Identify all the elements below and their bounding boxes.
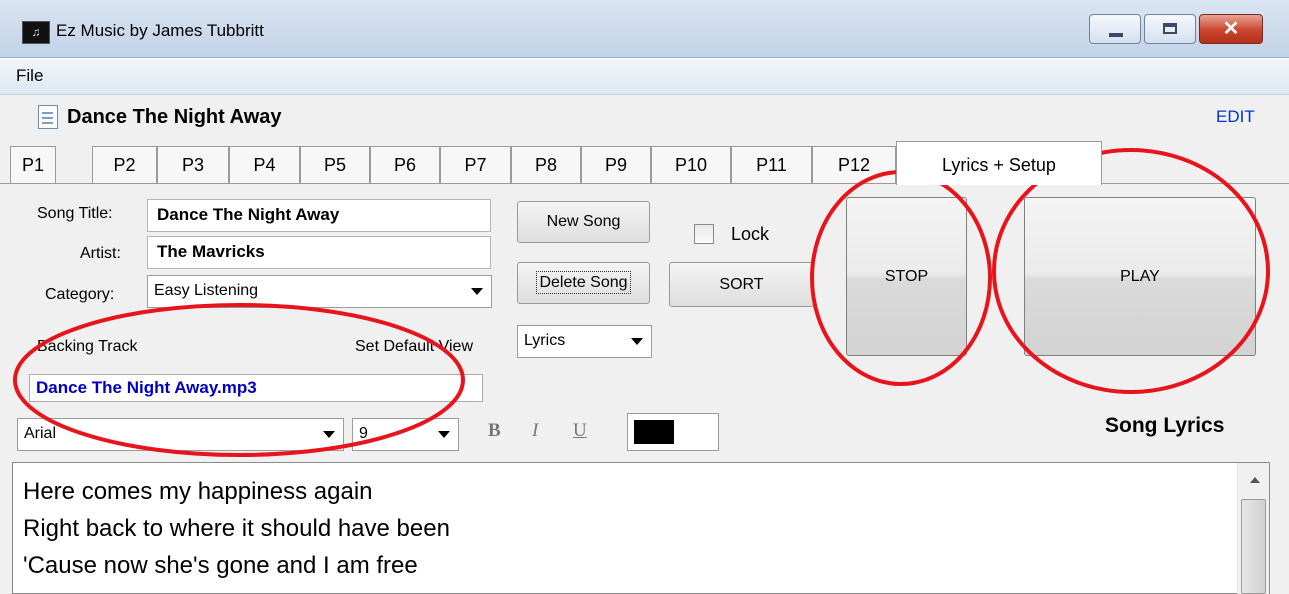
text-color-fill <box>634 420 674 444</box>
tab-p10[interactable]: P10 <box>651 146 731 183</box>
set-default-view-label: Set Default View <box>355 338 473 355</box>
font-size-value: 9 <box>359 425 368 442</box>
menu-file[interactable]: File <box>16 66 43 86</box>
tab-p4[interactable]: P4 <box>229 146 300 183</box>
close-icon: ✕ <box>1222 18 1240 40</box>
lock-label: Lock <box>731 224 770 244</box>
default-view-select[interactable]: Lyrics <box>517 325 652 358</box>
song-header-title: Dance The Night Away <box>67 106 282 128</box>
title-bar: ♫ Ez Music by James Tubbritt ✕ <box>0 0 1289 58</box>
font-select[interactable]: Arial <box>17 418 344 451</box>
tab-p5[interactable]: P5 <box>300 146 370 183</box>
maximize-button[interactable] <box>1144 14 1196 44</box>
lyric-line: Here comes my happiness again <box>23 478 373 505</box>
scrollbar-thumb[interactable] <box>1241 499 1266 594</box>
dropdown-arrow-icon <box>323 431 335 438</box>
category-select[interactable]: Easy Listening <box>147 275 492 308</box>
maximize-icon <box>1163 23 1177 34</box>
lyrics-scrollbar[interactable] <box>1237 463 1269 594</box>
default-view-value: Lyrics <box>524 332 566 349</box>
lyric-line: Right back to where it should have been <box>23 515 450 542</box>
song-title-field[interactable]: Dance The Night Away <box>147 199 491 232</box>
tab-p8[interactable]: P8 <box>511 146 581 183</box>
artist-label: Artist: <box>80 245 121 262</box>
tab-p9[interactable]: P9 <box>581 146 651 183</box>
dropdown-arrow-icon <box>631 338 643 345</box>
underline-button[interactable]: U <box>573 420 587 442</box>
tab-p12[interactable]: P12 <box>812 146 896 183</box>
app-window: ♫ Ez Music by James Tubbritt ✕ File Danc… <box>0 0 1289 594</box>
sort-button[interactable]: SORT <box>669 262 814 307</box>
font-value: Arial <box>24 425 57 442</box>
song-title-label: Song Title: <box>37 205 113 222</box>
app-icon: ♫ <box>22 21 50 44</box>
italic-button[interactable]: I <box>532 420 538 442</box>
category-label: Category: <box>45 286 115 303</box>
tab-p3[interactable]: P3 <box>157 146 229 183</box>
delete-song-label: Delete Song <box>536 271 631 294</box>
document-icon <box>38 105 58 129</box>
tab-p1[interactable]: P1 <box>10 146 56 183</box>
bold-button[interactable]: B <box>488 420 501 442</box>
category-value: Easy Listening <box>154 282 259 299</box>
close-button[interactable]: ✕ <box>1199 14 1263 44</box>
dropdown-arrow-icon <box>438 431 450 438</box>
tab-lyrics-setup[interactable]: Lyrics + Setup <box>896 141 1102 185</box>
stop-button[interactable]: STOP <box>846 197 967 356</box>
new-song-button[interactable]: New Song <box>517 201 650 243</box>
window-title: Ez Music by James Tubbritt <box>56 21 264 40</box>
artist-field[interactable]: The Mavricks <box>147 236 491 269</box>
backing-track-label: Backing Track <box>37 338 138 355</box>
lock-checkbox[interactable] <box>694 224 714 244</box>
minimize-button[interactable] <box>1089 14 1141 44</box>
minimize-icon <box>1109 33 1123 37</box>
tab-p6[interactable]: P6 <box>370 146 440 183</box>
menu-bar: File <box>0 58 1289 95</box>
delete-song-button[interactable]: Delete Song <box>517 262 650 304</box>
font-size-select[interactable]: 9 <box>352 418 459 451</box>
backing-track-field[interactable]: Dance The Night Away.mp3 <box>29 374 483 402</box>
lyric-line: 'Cause now she's gone and I am free <box>23 552 418 579</box>
lyrics-textarea[interactable]: Here comes my happiness again Right back… <box>12 462 1270 594</box>
song-lyrics-heading: Song Lyrics <box>1105 414 1225 437</box>
text-color-picker[interactable] <box>627 413 719 451</box>
dropdown-arrow-icon <box>471 288 483 295</box>
tab-p11[interactable]: P11 <box>731 146 812 183</box>
edit-link[interactable]: EDIT <box>1216 107 1255 127</box>
tab-p7[interactable]: P7 <box>440 146 511 183</box>
tab-p2[interactable]: P2 <box>92 146 157 183</box>
play-button[interactable]: PLAY <box>1024 197 1256 356</box>
scroll-up-arrow-icon[interactable] <box>1250 477 1260 483</box>
